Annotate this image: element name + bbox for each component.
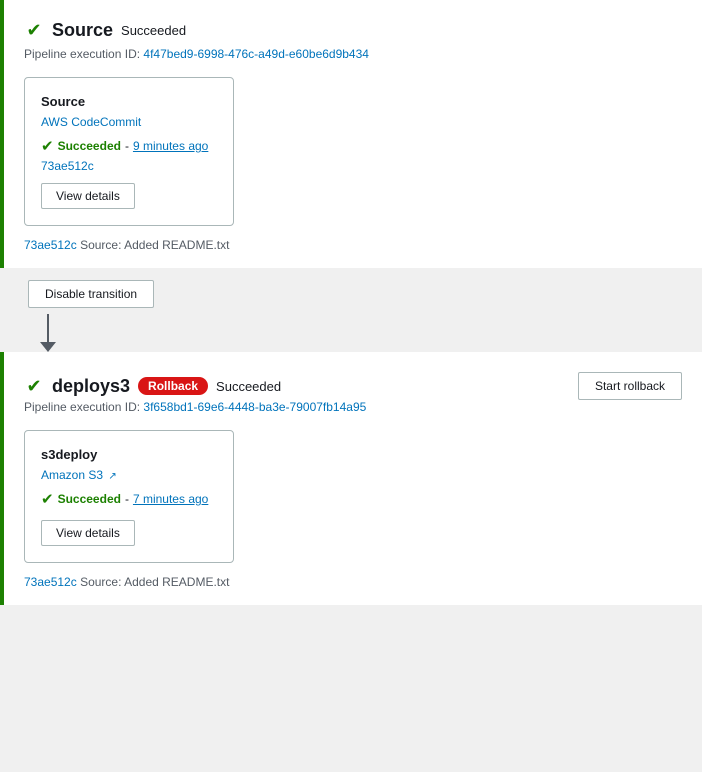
source-footer-text: Source: Added README.txt — [80, 238, 229, 252]
deploys3-stage-status: Succeeded — [216, 379, 281, 394]
deploys3-action-status: Succeeded — [58, 492, 121, 506]
source-view-details-button[interactable]: View details — [41, 183, 135, 209]
deploys3-footer-text: Source: Added README.txt — [80, 575, 229, 589]
deploys3-stage-header: ✔ deploys3 Rollback Succeeded Start roll… — [24, 372, 682, 400]
deploys3-view-details-button[interactable]: View details — [41, 520, 135, 546]
deploys3-action-check-icon: ✔ — [41, 490, 54, 508]
source-provider-link[interactable]: AWS CodeCommit — [41, 115, 141, 129]
source-stage-footer: 73ae512c Source: Added README.txt — [24, 238, 682, 252]
external-link-icon: ↗ — [108, 471, 116, 482]
source-stage-header: ✔ Source Succeeded — [24, 20, 682, 41]
deploys3-provider-link[interactable]: Amazon S3 — [41, 468, 103, 482]
source-stage-title: Source — [52, 20, 113, 41]
rollback-badge: Rollback — [138, 377, 208, 395]
source-action-status: Succeeded — [58, 139, 121, 153]
transition-arrow — [40, 314, 56, 352]
source-success-icon: ✔ — [24, 21, 44, 41]
deploys3-success-icon: ✔ — [24, 376, 44, 396]
disable-transition-button[interactable]: Disable transition — [28, 280, 154, 308]
pipeline-container: ✔ Source Succeeded Pipeline execution ID… — [0, 0, 702, 605]
deploys3-execution-label: Pipeline execution ID: — [24, 400, 140, 414]
deploys3-stage: ✔ deploys3 Rollback Succeeded Start roll… — [0, 352, 702, 605]
transition-area: Disable transition — [0, 268, 702, 352]
source-action-status-row: ✔ Succeeded - 9 minutes ago — [41, 137, 217, 155]
arrow-shaft — [47, 314, 49, 342]
source-commit-link[interactable]: 73ae512c — [41, 159, 217, 173]
deploys3-stage-footer: 73ae512c Source: Added README.txt — [24, 575, 682, 589]
deploys3-execution-row: Pipeline execution ID: 3f658bd1-69e6-444… — [24, 400, 682, 414]
start-rollback-button[interactable]: Start rollback — [578, 372, 682, 400]
source-stage-status: Succeeded — [121, 23, 186, 38]
source-footer-commit-link[interactable]: 73ae512c — [24, 238, 77, 252]
source-action-check-icon: ✔ — [41, 137, 54, 155]
arrow-head — [40, 342, 56, 352]
source-action-title: Source — [41, 94, 217, 109]
deploys3-execution-id-link[interactable]: 3f658bd1-69e6-4448-ba3e-79007fb14a95 — [143, 400, 366, 414]
deploys3-action-dash: - — [125, 492, 129, 506]
source-execution-id-link[interactable]: 4f47bed9-6998-476c-a49d-e60be6d9b434 — [143, 47, 369, 61]
deploys3-footer-commit-link[interactable]: 73ae512c — [24, 575, 77, 589]
source-action-card: Source AWS CodeCommit ✔ Succeeded - 9 mi… — [24, 77, 234, 226]
source-action-provider: AWS CodeCommit — [41, 115, 217, 129]
source-execution-row: Pipeline execution ID: 4f47bed9-6998-476… — [24, 47, 682, 61]
source-execution-label: Pipeline execution ID: — [24, 47, 140, 61]
deploys3-action-card: s3deploy Amazon S3 ↗ ✔ Succeeded - 7 min… — [24, 430, 234, 563]
deploys3-action-time-ago[interactable]: 7 minutes ago — [133, 492, 208, 506]
deploys3-action-status-row: ✔ Succeeded - 7 minutes ago — [41, 490, 217, 508]
deploys3-action-title: s3deploy — [41, 447, 217, 462]
deploys3-stage-title: deploys3 — [52, 376, 130, 397]
deploys3-action-provider: Amazon S3 ↗ — [41, 468, 217, 482]
source-stage: ✔ Source Succeeded Pipeline execution ID… — [0, 0, 702, 268]
source-action-dash: - — [125, 139, 129, 153]
source-action-time-ago[interactable]: 9 minutes ago — [133, 139, 208, 153]
